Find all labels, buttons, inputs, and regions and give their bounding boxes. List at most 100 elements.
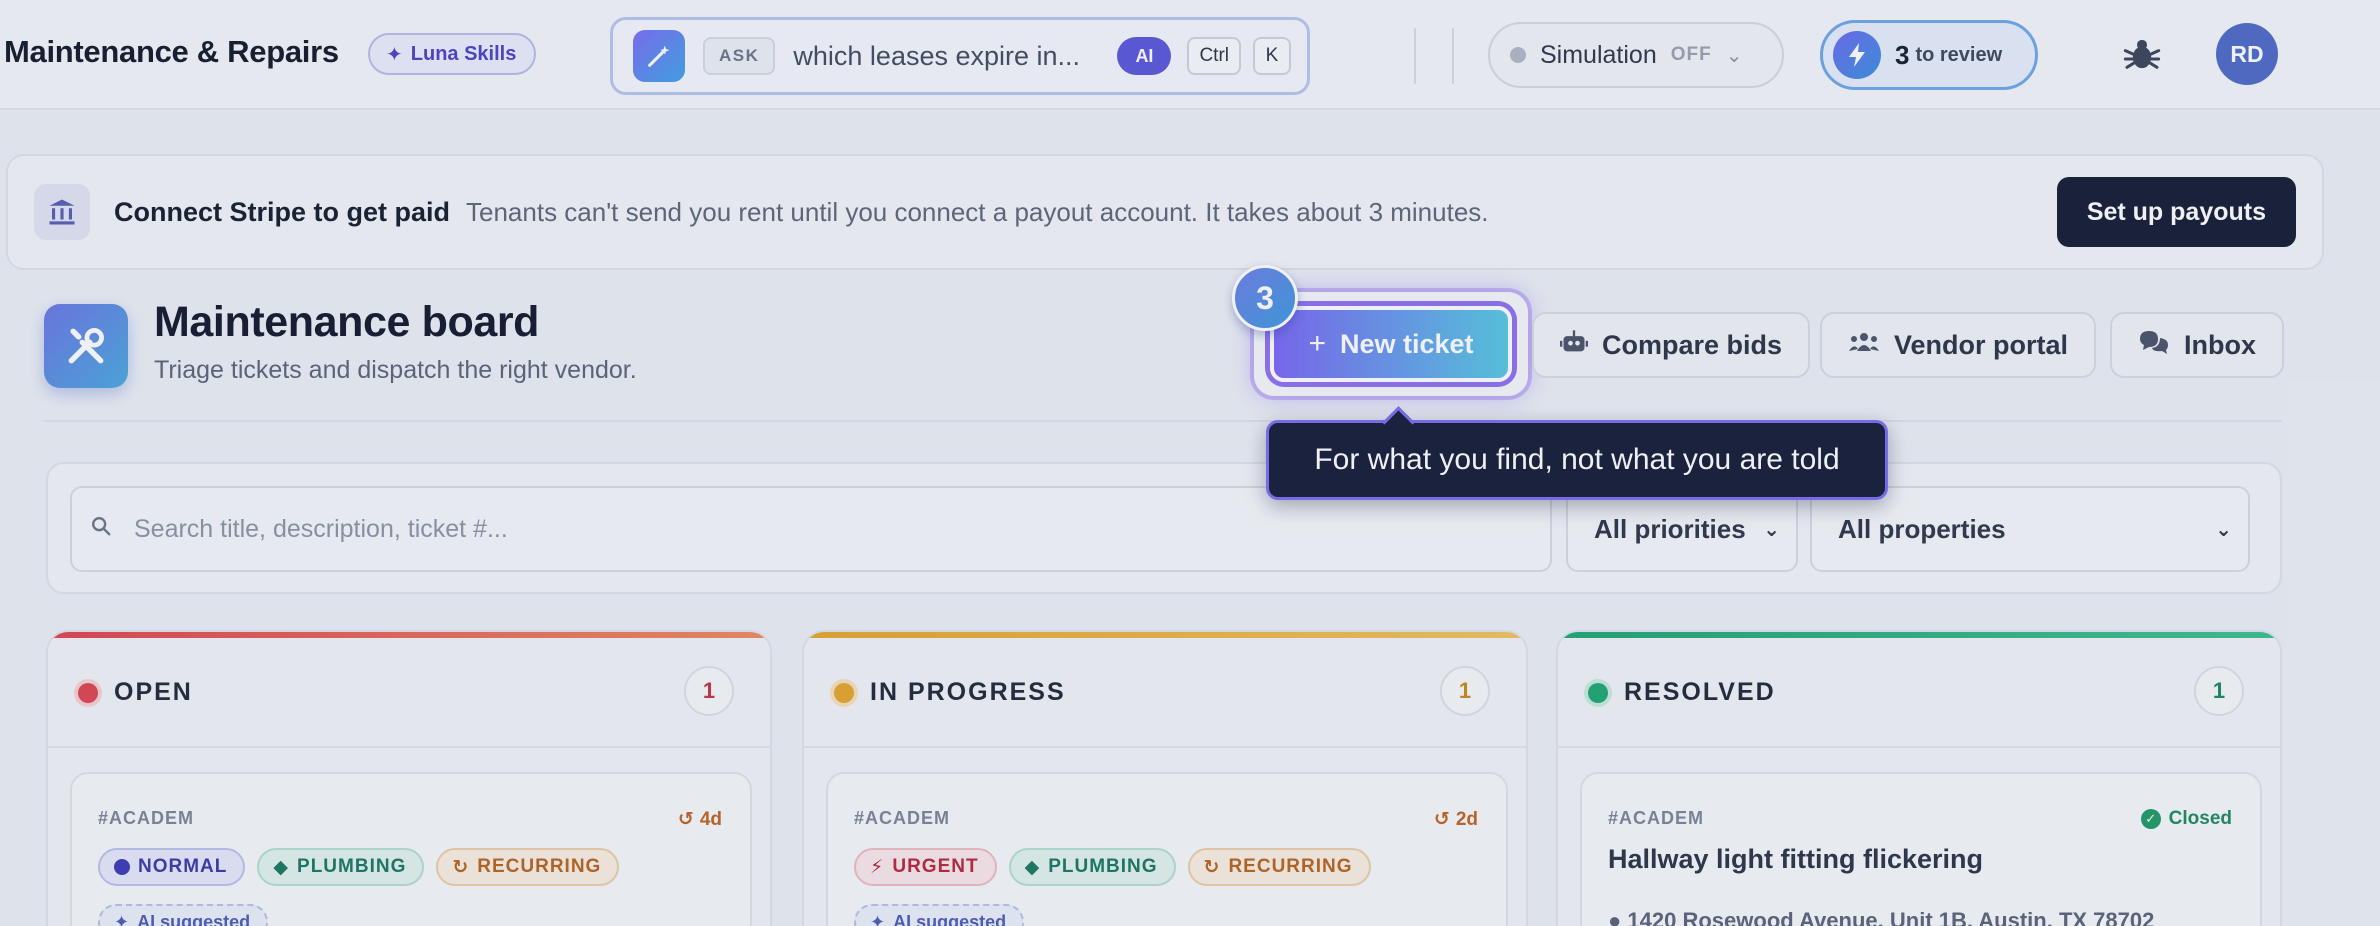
column-count-badge: 1: [2194, 666, 2244, 716]
ticket-age: ↺ 4d: [678, 808, 722, 831]
ticket-id: #ACADEM: [1608, 808, 1705, 828]
ask-bar[interactable]: ASK which leases expire in... AI Ctrl K: [610, 17, 1310, 95]
board-column-in-progress: IN PROGRESS 1 #ACADEM ↺ 2d ⚡︎ URGENT ◆ P…: [802, 630, 1528, 926]
repeat-icon: ↻: [1203, 856, 1221, 878]
repeat-icon: ↻: [452, 856, 470, 878]
history-icon: ↺: [677, 809, 694, 830]
board-column-resolved: RESOLVED 1 #ACADEM ✓ Closed Hallway ligh…: [1556, 630, 2282, 926]
ticket-age-value: 4d: [699, 808, 722, 830]
column-color-strip: [1558, 632, 2280, 638]
column-header: RESOLVED: [1588, 678, 1776, 707]
ai-suggested-tag: ✦ AI suggested: [854, 904, 1025, 926]
ticket-id: #ACADEM: [98, 808, 195, 828]
column-count-badge: 1: [1440, 666, 1490, 716]
page-title: Maintenance board: [154, 298, 540, 346]
stripe-banner: Connect Stripe to get paid Tenants can't…: [6, 154, 2324, 270]
page-subtitle: Triage tickets and dispatch the right ve…: [154, 356, 637, 384]
ticket-card[interactable]: #ACADEM ↺ 4d NORMAL ◆ PLUMBING ↻ RECURRI…: [70, 772, 752, 926]
luna-skills-label: Luna Skills: [410, 42, 517, 65]
divider: [44, 420, 2282, 422]
avatar[interactable]: RD: [2216, 23, 2278, 85]
ticket-card[interactable]: #ACADEM ✓ Closed Hallway light fitting f…: [1580, 772, 2262, 926]
chat-bubbles-icon: [2138, 329, 2170, 362]
plus-icon: +: [1308, 327, 1326, 360]
ai-pill[interactable]: AI: [1117, 37, 1172, 75]
priority-dot-icon: [114, 859, 130, 875]
chevron-down-icon: ⌄: [1725, 44, 1743, 67]
banner-title: Connect Stripe to get paid: [114, 196, 451, 227]
column-color-strip: [48, 632, 770, 638]
lightning-icon-svg: [1849, 43, 1865, 67]
column-count-badge: 1: [684, 666, 734, 716]
chevron-down-icon: ⌄: [1763, 518, 1780, 541]
search-icon-svg: [92, 517, 111, 536]
ticket-tags: ⚡︎ URGENT ◆ PLUMBING ↻ RECURRING: [854, 848, 1371, 886]
property-select-value: All properties: [1838, 513, 2006, 544]
ticket-card[interactable]: #ACADEM ↺ 2d ⚡︎ URGENT ◆ PLUMBING ↻ RECU…: [826, 772, 1508, 926]
column-header: IN PROGRESS: [834, 678, 1066, 707]
magic-wand-icon: ✦: [114, 911, 130, 926]
simulation-toggle[interactable]: Simulation OFF ⌄: [1488, 22, 1784, 88]
magic-wand-icon: ✦: [386, 43, 403, 66]
priority-select-value: All priorities: [1594, 513, 1746, 544]
search-icon: [90, 515, 112, 543]
recurring-tag: ↻ RECURRING: [1187, 848, 1371, 886]
ticket-status-label: Closed: [2168, 808, 2232, 829]
column-title: IN PROGRESS: [870, 678, 1066, 706]
location-pin-icon: ●: [1608, 908, 1622, 926]
recurring-tag-label: RECURRING: [1228, 856, 1353, 877]
board-column-open: OPEN 1 #ACADEM ↺ 4d NORMAL ◆ PLUMBING ↻: [46, 630, 772, 926]
bug-icon[interactable]: [2122, 34, 2162, 74]
ticket-tags: NORMAL ◆ PLUMBING ↻ RECURRING: [98, 848, 620, 886]
shortcut-k-key: K: [1253, 37, 1291, 75]
magic-wand-icon: ✦: [870, 911, 886, 926]
wrench-screwdriver-icon: [44, 304, 128, 388]
new-ticket-label: New ticket: [1339, 328, 1474, 359]
review-button[interactable]: 3 to review: [1820, 20, 2038, 90]
tag-icon: ◆: [273, 856, 290, 878]
divider: [48, 746, 770, 748]
priority-tag-label: NORMAL: [138, 856, 228, 877]
robot-icon-svg: [1560, 329, 1588, 351]
ai-suggested-tag: ✦ AI suggested: [98, 904, 269, 926]
priority-tag: NORMAL: [98, 848, 246, 886]
review-label: to review: [1915, 43, 2003, 66]
priority-tag: ⚡︎ URGENT: [854, 848, 997, 886]
recurring-tag: ↻ RECURRING: [436, 848, 620, 886]
top-bar: Maintenance & Repairs ✦ Luna Skills ASK …: [0, 0, 2380, 110]
divider: [1558, 746, 2280, 748]
inbox-label: Inbox: [2184, 329, 2256, 360]
status-dot-icon: [1588, 682, 1608, 703]
luna-skills-chip[interactable]: ✦ Luna Skills: [368, 33, 537, 75]
search-input[interactable]: [134, 514, 1514, 544]
category-tag: ◆ PLUMBING: [1008, 848, 1176, 886]
status-dot-icon: [834, 682, 854, 703]
tools-icon-svg: [68, 328, 104, 364]
ask-query-text[interactable]: which leases expire in...: [793, 41, 1117, 72]
simulation-state: OFF: [1670, 44, 1712, 65]
banner-description: Tenants can't send you rent until you co…: [466, 196, 1489, 227]
tag-icon: ◆: [1024, 856, 1041, 878]
recurring-tag-label: RECURRING: [477, 856, 602, 877]
inbox-button[interactable]: Inbox: [2110, 312, 2284, 378]
vendor-portal-button[interactable]: Vendor portal: [1820, 312, 2097, 378]
shortcut-ctrl-key: Ctrl: [1187, 37, 1241, 75]
chat-bubbles-icon-svg: [2140, 330, 2168, 354]
ticket-address: ● 1420 Rosewood Avenue, Unit 1B, Austin,…: [1608, 908, 2154, 926]
ai-suggested-label: AI suggested: [893, 911, 1007, 926]
review-count: 3: [1895, 39, 1910, 70]
column-title: RESOLVED: [1624, 678, 1776, 706]
ticket-age-value: 2d: [1455, 808, 1478, 830]
ticket-address-value: 1420 Rosewood Avenue, Unit 1B, Austin, T…: [1627, 908, 2155, 926]
new-ticket-button[interactable]: + New ticket: [1270, 306, 1512, 382]
compare-bids-button[interactable]: Compare bids: [1532, 312, 1811, 378]
robot-icon: [1560, 329, 1588, 362]
category-tag-label: PLUMBING: [297, 856, 407, 877]
filters-panel: All priorities ⌄ All properties ⌄: [46, 462, 2282, 594]
ask-tag: ASK: [703, 37, 776, 75]
set-up-payouts-button[interactable]: Set up payouts: [2056, 177, 2296, 247]
walkthrough-tooltip: For what you find, not what you are told: [1266, 420, 1888, 500]
ticket-id: #ACADEM: [854, 808, 951, 828]
category-tag-label: PLUMBING: [1048, 856, 1158, 877]
bank-icon-svg: [49, 199, 75, 225]
